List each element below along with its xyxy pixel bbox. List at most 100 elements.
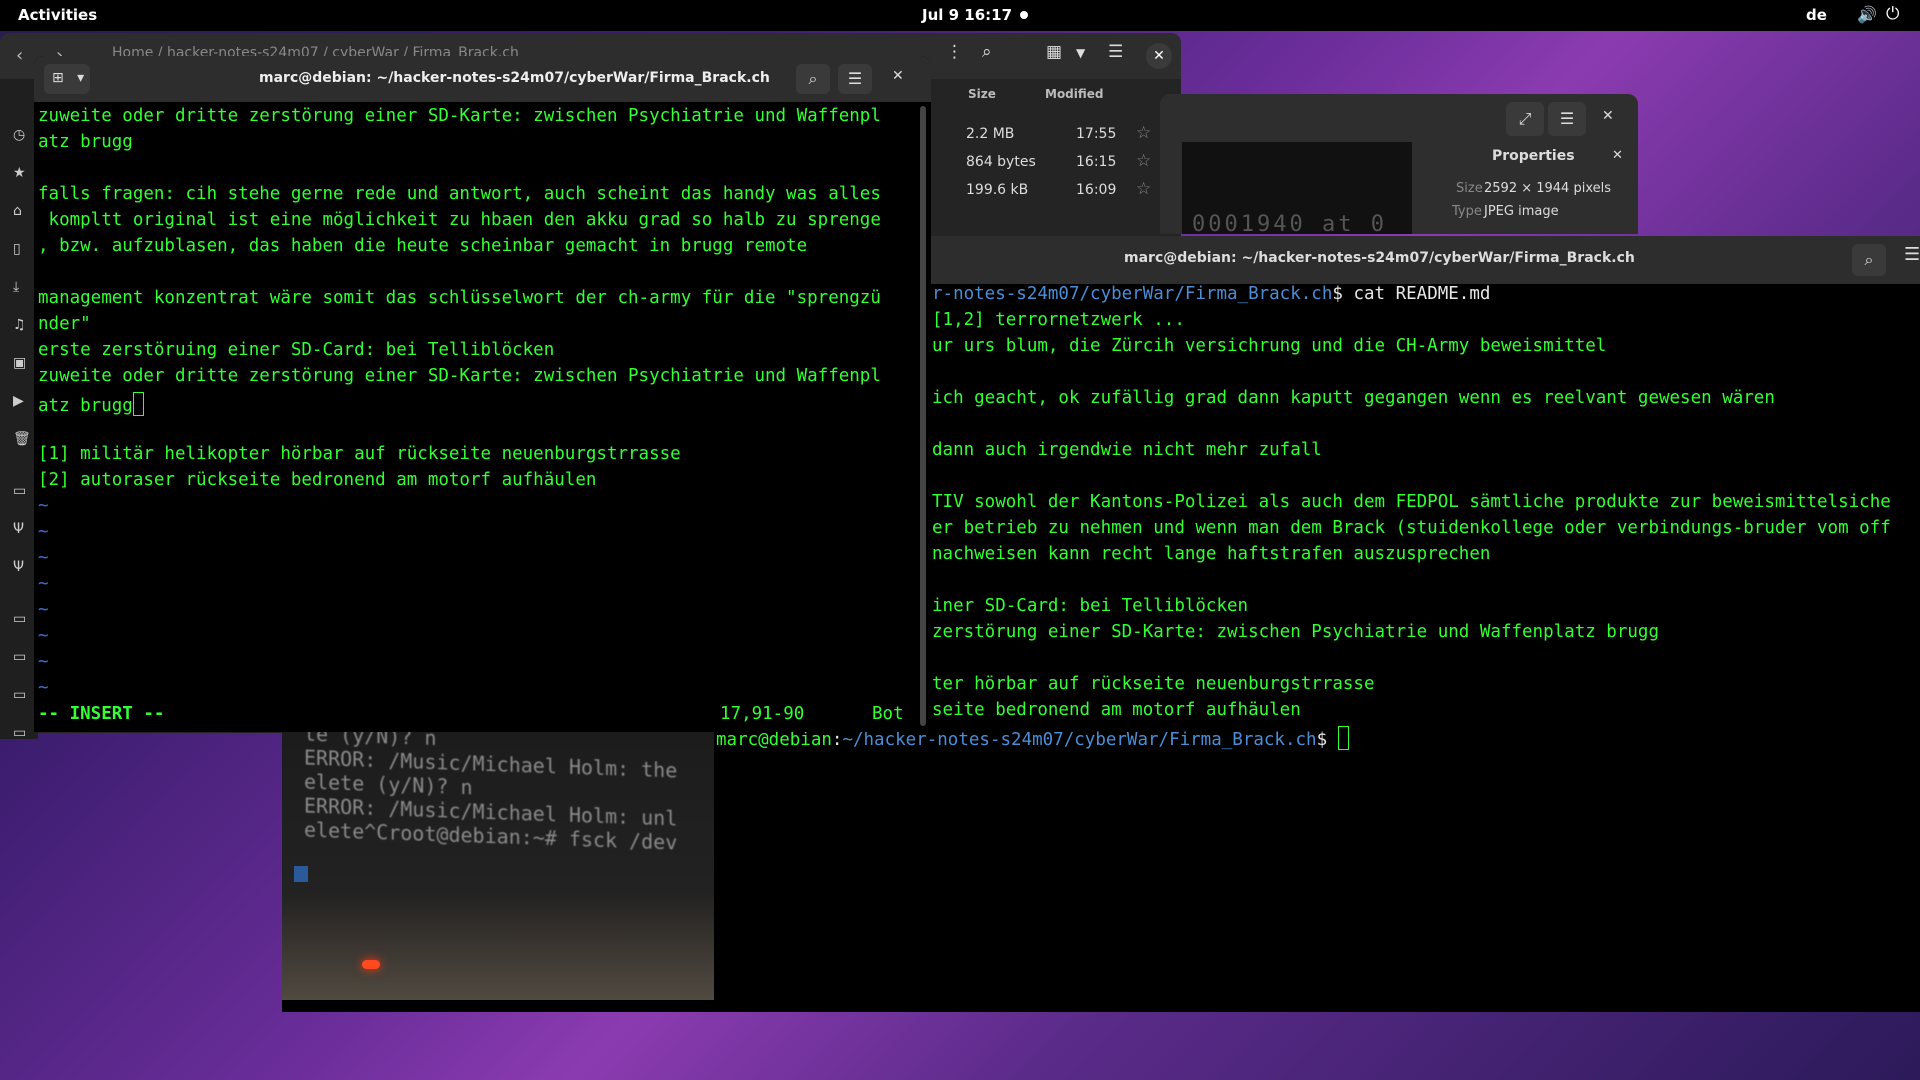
size-label: Size [1456,181,1483,196]
terminal-line: zerstörung einer SD-Karte: zwischen Psyc… [932,622,1659,642]
terminal-window-left: ⊞ ▾ marc@debian: ~/hacker-notes-s24m07/c… [34,56,931,732]
terminal-line: iner SD-Card: bei Telliblöcken [932,596,1249,616]
terminal-line: seite bedronend am motorf aufhäulen [932,700,1301,720]
vim-line: , bzw. aufzublasen, das haben die heute … [38,236,808,256]
star-icon[interactable]: ☆ [1136,179,1151,199]
close-icon[interactable]: ✕ [892,68,904,84]
photo-window: te (y/N)? n ERROR: /Music/Michael Holm: … [282,732,714,1000]
activities-button[interactable]: Activities [18,6,97,24]
kebab-menu-icon[interactable]: ⋮ [946,42,963,62]
vim-line: [2] autoraser rückseite bedronend am mot… [38,470,597,490]
vim-empty-line: ~ [38,574,49,594]
terminal-line: dann auch irgendwie nicht mehr zufall [932,440,1322,460]
notification-dot [1020,11,1028,19]
photo-cursor-block [294,866,308,882]
new-tab-button[interactable]: ⊞ ▾ [44,64,90,94]
close-icon[interactable]: ✕ [1602,108,1614,124]
vim-mode-indicator: -- INSERT -- [38,704,165,724]
image-viewer-window: ⤢ ☰ ✕ 0001940 at 0 Properties ✕ Size 259… [1160,94,1638,234]
vim-line: kompltt original ist eine möglichkeit zu… [38,210,881,230]
vim-line: erste zerstöruing einer SD-Card: bei Tel… [38,340,555,360]
folder-icon[interactable]: ▭ [13,649,26,665]
image-preview: 0001940 at 0 [1182,142,1412,234]
size-value: 2592 × 1944 pixels [1484,181,1611,196]
vim-empty-line: ~ [38,600,49,620]
terminal-title: marc@debian: ~/hacker-notes-s24m07/cyber… [1124,250,1635,266]
file-size: 864 bytes [966,154,1036,170]
terminal-line: nachweisen kann recht lange haftstrafen … [932,544,1491,564]
terminal-title: marc@debian: ~/hacker-notes-s24m07/cyber… [259,70,770,86]
vim-line: [1] militär helikopter hörbar auf rückse… [38,444,681,464]
image-preview-text: 0001940 at 0 [1192,212,1387,234]
vim-line: management konzentrat wäre somit das sch… [38,288,881,308]
search-icon[interactable]: ⌕ [982,42,992,62]
column-header-size[interactable]: Size [968,87,996,101]
properties-panel: Properties ✕ Size 2592 × 1944 pixels Typ… [1412,142,1638,234]
star-icon[interactable]: ☆ [1136,151,1151,171]
vim-cursor-position: 17,91-90 [720,704,805,724]
vim-cursor [132,392,144,416]
terminal-line: [1,2] terrornetzwerk ... [932,310,1185,330]
file-size: 199.6 kB [966,182,1029,198]
terminal-line: ter hörbar auf rückseite neuenburgstrras… [932,674,1375,694]
terminal-line: r-notes-s24m07/cyberWar/Firma_Brack.ch$ … [932,284,1491,304]
starred-icon[interactable]: ★ [13,165,26,181]
folder-icon[interactable]: ▭ [13,611,26,627]
scrollbar[interactable] [920,106,926,726]
pictures-icon[interactable]: ▣ [13,355,26,371]
folder-icon[interactable]: ▭ [13,687,26,703]
volume-icon[interactable]: 🔊 [1857,5,1877,24]
documents-icon[interactable]: ▯ [13,241,21,257]
file-modified: 16:09 [1076,182,1117,198]
photo-red-led [362,960,380,969]
terminal-cursor [1337,726,1349,750]
downloads-icon[interactable]: ⤓ [13,279,19,295]
search-icon[interactable]: ⌕ [796,64,830,94]
column-header-modified[interactable]: Modified [1045,87,1104,101]
vim-line: zuweite oder dritte zerstörung einer SD-… [38,106,881,126]
file-modified: 16:15 [1076,154,1117,170]
usb-icon[interactable]: Ψ [13,559,24,575]
vim-empty-line: ~ [38,496,49,516]
type-label: Type [1452,204,1482,219]
grid-view-icon[interactable]: ▦ [1046,42,1062,62]
vim-line: falls fragen: cih stehe gerne rede und a… [38,184,881,204]
hamburger-menu-icon[interactable]: ☰ [1548,102,1586,136]
home-icon[interactable]: ⌂ [13,203,22,219]
vim-cursor-line[interactable]: atz brugg [38,392,144,416]
trash-icon[interactable]: 🗑 [13,431,31,447]
close-icon[interactable]: ✕ [1612,148,1623,163]
terminal-line: TIV sowohl der Kantons-Polizei als auch … [932,492,1891,512]
keyboard-layout-indicator[interactable]: de [1806,6,1827,24]
hamburger-menu-icon[interactable]: ☰ [1108,42,1123,62]
fullscreen-icon[interactable]: ⤢ [1506,102,1544,136]
search-icon[interactable]: ⌕ [1852,244,1886,276]
terminal-line: ich geacht, ok zufällig grad dann kaputt… [932,388,1775,408]
back-arrow-icon[interactable]: ‹ [16,45,23,66]
top-bar: Activities Jul 9 16:17 de 🔊 ⏻ [0,0,1920,31]
drive-icon[interactable]: ▭ [13,483,26,499]
power-icon[interactable]: ⏻ [1886,4,1899,24]
music-icon[interactable]: ♫ [13,317,26,333]
view-options-chevron-icon[interactable]: ▼ [1076,46,1085,60]
vim-empty-line: ~ [38,678,49,698]
terminal-header: ⊞ ▾ marc@debian: ~/hacker-notes-s24m07/c… [34,56,931,102]
vim-empty-line: ~ [38,548,49,568]
terminal-line: ur urs blum, die Zürcih versichrung und … [932,336,1607,356]
clock[interactable]: Jul 9 16:17 [922,6,1012,24]
close-icon[interactable]: ✕ [1146,43,1172,69]
recent-icon[interactable]: ◷ [13,127,25,143]
file-modified: 17:55 [1076,126,1117,142]
hamburger-menu-icon[interactable]: ☰ [1904,244,1920,265]
hamburger-menu-icon[interactable]: ☰ [838,64,872,94]
star-icon[interactable]: ☆ [1136,123,1151,143]
sidebar: ◷ ★ ⌂ ▯ ⤓ ♫ ▣ ▶ 🗑 ▭ Ψ Ψ ▭ ▭ ▭ ▭ [0,79,38,741]
photo-text: te (y/N)? n ERROR: /Music/Michael Holm: … [304,732,678,855]
vim-line: atz brugg [38,132,133,152]
folder-icon[interactable]: ▭ [13,725,26,741]
vim-empty-line: ~ [38,522,49,542]
usb-icon[interactable]: Ψ [13,521,24,537]
file-size: 2.2 MB [966,126,1015,142]
vim-scroll-indicator: Bot [872,704,904,724]
videos-icon[interactable]: ▶ [13,393,24,409]
